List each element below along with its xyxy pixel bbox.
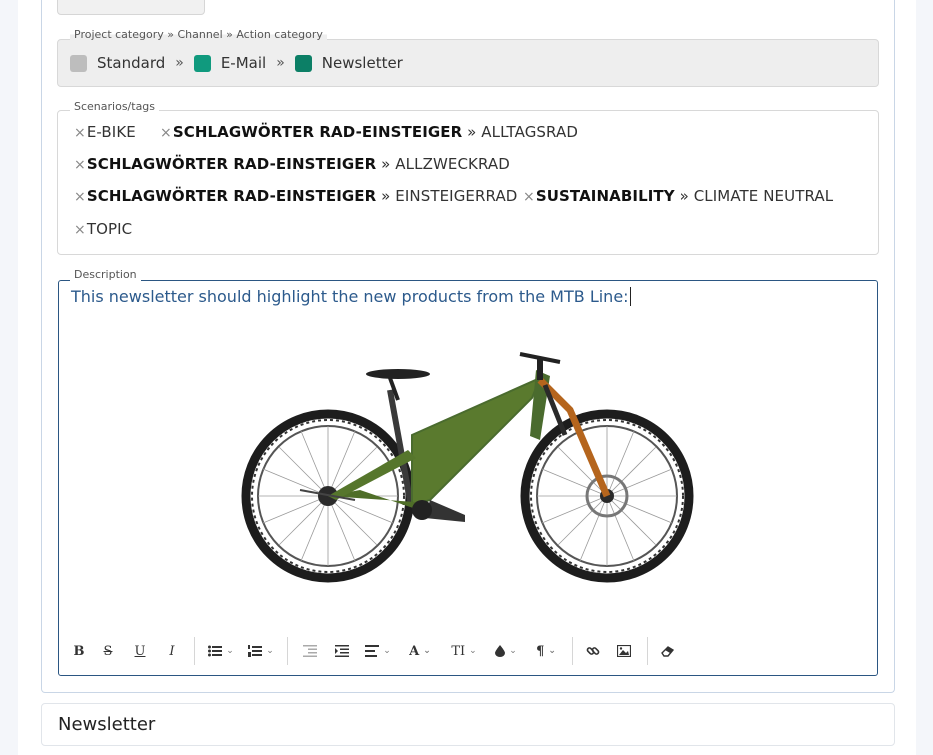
italic-button[interactable]: I xyxy=(156,639,188,663)
standard-color-swatch xyxy=(70,54,87,72)
tag-value: » ALLZWECKRAD xyxy=(381,155,510,173)
tag-value: TOPIC xyxy=(86,220,133,238)
link-button[interactable] xyxy=(579,639,607,663)
tag-value: » CLIMATE NEUTRAL xyxy=(679,187,834,205)
bullet-list-button[interactable]: ⌄ xyxy=(201,639,241,663)
tag-value: » EINSTEIGERRAD xyxy=(381,187,518,205)
chevron-down-icon: ⌄ xyxy=(469,646,477,656)
underline-button[interactable]: U xyxy=(124,639,156,663)
previous-field-stub[interactable] xyxy=(57,0,205,15)
category-item-email: E-Mail xyxy=(193,54,267,72)
category-legend: Project category » Channel » Action cate… xyxy=(70,28,327,41)
numbered-list-icon xyxy=(248,645,263,657)
indent-button[interactable] xyxy=(326,639,358,663)
newsletter-color-swatch xyxy=(294,54,312,72)
align-button[interactable]: ⌄ xyxy=(358,639,398,663)
newsletter-section-header[interactable]: Newsletter xyxy=(41,703,895,746)
eraser-icon xyxy=(661,646,675,657)
text-size-icon: TI xyxy=(451,643,466,659)
toolbar-divider xyxy=(647,637,648,665)
chevron-down-icon: ⌄ xyxy=(509,646,517,656)
bold-button[interactable]: B xyxy=(66,639,92,663)
align-left-icon xyxy=(365,645,380,657)
description-legend: Description xyxy=(70,268,141,281)
tag-value: E-BIKE xyxy=(86,123,136,141)
font-button[interactable]: A ⌄ xyxy=(398,639,442,663)
tag-group: SCHLAGWÖRTER RAD-EINSTEIGER xyxy=(86,187,377,205)
outdent-button[interactable] xyxy=(294,639,326,663)
toolbar-divider xyxy=(287,637,288,665)
description-text[interactable]: This newsletter should highlight the new… xyxy=(71,287,631,306)
tag-group: SUSTAINABILITY xyxy=(535,187,675,205)
tag-chip: ×SCHLAGWÖRTER RAD-EINSTEIGER » EINSTEIGE… xyxy=(74,187,517,205)
strikethrough-button[interactable]: S xyxy=(92,639,124,663)
chevron-down-icon: ⌄ xyxy=(266,646,274,656)
remove-tag-icon[interactable]: × xyxy=(523,189,535,205)
category-label-newsletter: Newsletter xyxy=(321,54,403,72)
tag-chip: ×SCHLAGWÖRTER RAD-EINSTEIGER » ALLTAGSRA… xyxy=(160,123,578,141)
droplet-icon xyxy=(495,645,506,657)
tag-chip: ×SCHLAGWÖRTER RAD-EINSTEIGER » ALLZWECKR… xyxy=(74,155,510,173)
paragraph-button[interactable]: ¶ ⌄ xyxy=(526,639,566,663)
category-item-standard: Standard xyxy=(70,54,165,72)
remove-tag-icon[interactable]: × xyxy=(160,125,172,141)
category-item-newsletter: Newsletter xyxy=(294,54,403,72)
remove-tag-icon[interactable]: × xyxy=(74,189,86,205)
indent-icon xyxy=(335,645,349,657)
tag-group: SCHLAGWÖRTER RAD-EINSTEIGER xyxy=(172,123,463,141)
category-path-field[interactable]: Standard » E-Mail » Newsletter xyxy=(57,39,879,87)
paragraph-icon: ¶ xyxy=(536,643,545,659)
email-color-swatch xyxy=(193,54,211,72)
toolbar-divider xyxy=(572,637,573,665)
category-separator: » xyxy=(276,55,285,71)
bike-frame xyxy=(299,352,611,522)
tag-value: » ALLTAGSRAD xyxy=(467,123,578,141)
remove-tag-icon[interactable]: × xyxy=(74,222,86,238)
category-separator: » xyxy=(175,55,184,71)
numbered-list-button[interactable]: ⌄ xyxy=(241,639,281,663)
text-caret xyxy=(629,287,631,306)
tag-group: SCHLAGWÖRTER RAD-EINSTEIGER xyxy=(86,155,377,173)
tag-chip: ×TOPIC xyxy=(74,220,132,238)
toolbar-divider xyxy=(194,637,195,665)
remove-tag-icon[interactable]: × xyxy=(74,157,86,173)
tag-chip: ×SUSTAINABILITY » CLIMATE NEUTRAL xyxy=(523,187,833,205)
tag-chip: ×E-BIKE xyxy=(74,123,136,141)
text-size-button[interactable]: TI ⌄ xyxy=(442,639,486,663)
clear-formatting-button[interactable] xyxy=(654,639,682,663)
chevron-down-icon: ⌄ xyxy=(423,646,431,656)
insert-image-button[interactable] xyxy=(607,639,641,663)
font-icon: A xyxy=(409,643,420,659)
link-icon xyxy=(586,647,600,655)
outdent-icon xyxy=(303,645,317,657)
tags-legend: Scenarios/tags xyxy=(70,100,160,113)
text-color-button[interactable]: ⌄ xyxy=(486,639,526,663)
image-icon xyxy=(617,645,631,657)
chevron-down-icon: ⌄ xyxy=(548,646,556,656)
editor-toolbar: B S U I ⌄ ⌄ ⌄ A ⌄ TI ⌄ ⌄ ¶ ⌄ xyxy=(66,636,682,666)
chevron-down-icon: ⌄ xyxy=(226,646,234,656)
category-label-standard: Standard xyxy=(97,54,166,72)
mountain-bike-image xyxy=(241,352,694,583)
category-label-email: E-Mail xyxy=(220,54,267,72)
chevron-down-icon: ⌄ xyxy=(383,646,391,656)
bullet-list-icon xyxy=(208,645,223,657)
remove-tag-icon[interactable]: × xyxy=(74,125,86,141)
